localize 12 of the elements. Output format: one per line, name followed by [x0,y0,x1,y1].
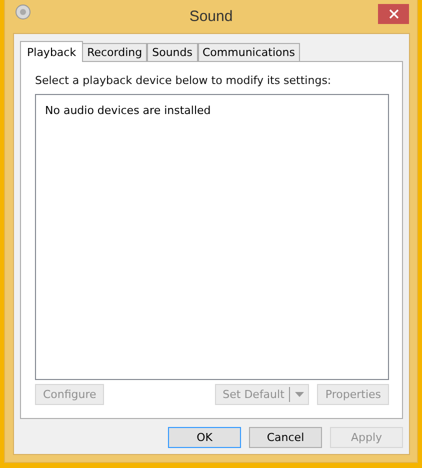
close-icon[interactable] [388,9,398,19]
instruction-text: Select a playback device below to modify its settings: [35,74,332,89]
button[interactable]: OK [168,427,241,448]
close-button[interactable] [378,4,409,24]
window-title: Sound [189,8,233,25]
tab[interactable]: Sounds [147,43,198,61]
button[interactable]: Cancel [249,427,322,448]
tab[interactable]: Playback [20,41,84,62]
empty-message: No audio devices are installed [45,104,211,117]
tab[interactable]: Recording [82,43,148,61]
device-list[interactable]: No audio devices are installed [35,94,389,380]
tab[interactable]: Communications [198,43,300,61]
